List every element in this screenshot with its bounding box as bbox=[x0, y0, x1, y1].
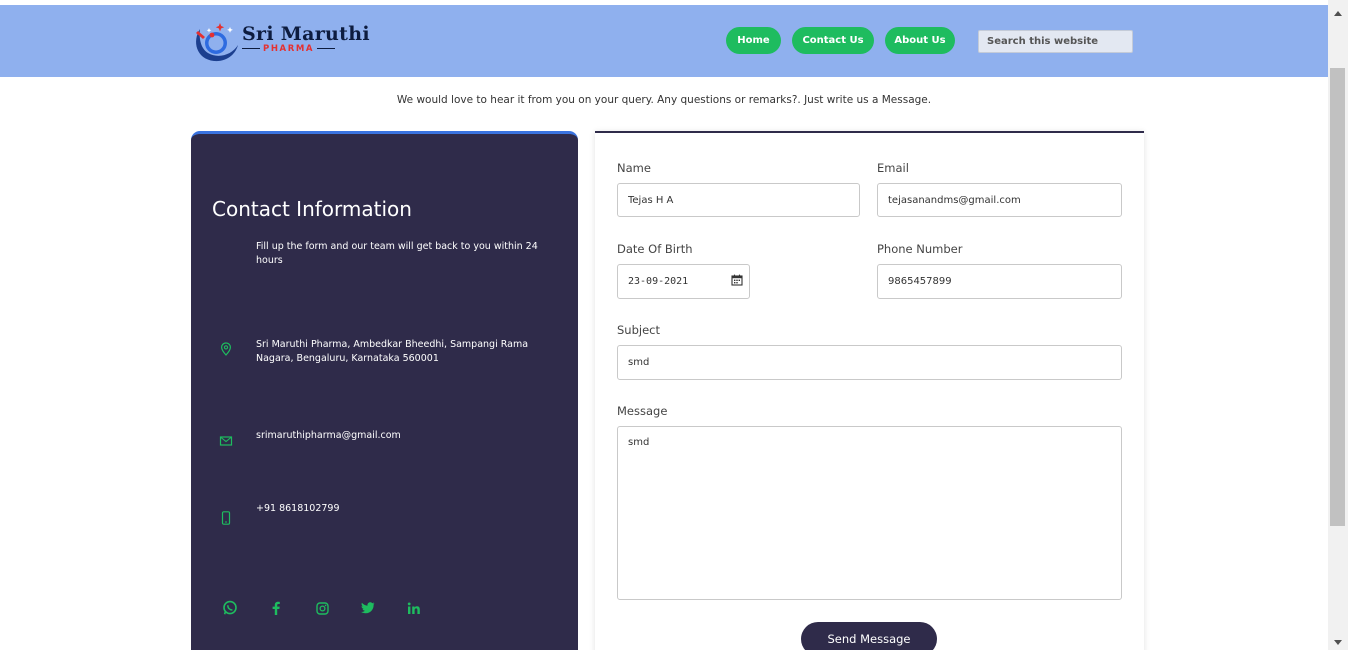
send-message-button[interactable]: Send Message bbox=[801, 622, 937, 650]
contact-info-description: Fill up the form and our team will get b… bbox=[256, 241, 538, 266]
dob-label: Date Of Birth bbox=[617, 242, 693, 256]
nav-home-button[interactable]: Home bbox=[726, 27, 781, 54]
facebook-icon[interactable] bbox=[267, 599, 285, 617]
site-logo[interactable]: Sri Maruthi PHARMA bbox=[190, 19, 370, 65]
phone-input[interactable] bbox=[877, 264, 1122, 299]
whatsapp-icon[interactable] bbox=[221, 599, 239, 617]
instagram-icon[interactable] bbox=[313, 599, 331, 617]
message-label: Message bbox=[617, 404, 668, 418]
contact-address-text: Sri Maruthi Pharma, Ambedkar Bheedhi, Sa… bbox=[256, 339, 529, 364]
logo-emblem-icon bbox=[190, 19, 240, 65]
calendar-icon[interactable] bbox=[731, 274, 743, 289]
nav-contact-us-button[interactable]: Contact Us bbox=[792, 27, 874, 54]
contact-phone-link[interactable]: +91 8618102799 bbox=[256, 502, 556, 516]
subject-label: Subject bbox=[617, 323, 660, 337]
linkedin-icon[interactable] bbox=[405, 599, 423, 617]
logo-title: Sri Maruthi bbox=[242, 22, 370, 45]
dob-input[interactable]: 23-09-2021 bbox=[617, 264, 750, 299]
name-input[interactable] bbox=[617, 183, 860, 217]
subject-input[interactable] bbox=[617, 345, 1122, 380]
scroll-up-arrow-icon[interactable] bbox=[1334, 11, 1342, 16]
logo-subtitle: PHARMA bbox=[263, 43, 315, 54]
contact-info-title: Contact Information bbox=[212, 197, 412, 221]
page-tagline: We would love to hear it from you on you… bbox=[396, 94, 932, 106]
twitter-icon[interactable] bbox=[359, 599, 377, 617]
dob-value: 23-09-2021 bbox=[628, 276, 689, 287]
scroll-down-arrow-icon[interactable] bbox=[1334, 640, 1342, 645]
name-label: Name bbox=[617, 161, 651, 175]
message-textarea[interactable]: smd bbox=[617, 426, 1122, 600]
contact-form-card: Name Email Date Of Birth 23-09-2021 Phon… bbox=[595, 131, 1144, 650]
nav-about-us-button[interactable]: About Us bbox=[885, 27, 955, 54]
scroll-thumb[interactable] bbox=[1330, 68, 1345, 526]
page-scrollbar[interactable] bbox=[1328, 0, 1348, 650]
mail-icon bbox=[219, 433, 233, 447]
phone-label: Phone Number bbox=[877, 242, 963, 256]
site-header: Sri Maruthi PHARMA Home Contact Us About… bbox=[0, 5, 1328, 77]
search-input[interactable] bbox=[978, 30, 1133, 53]
location-pin-icon bbox=[219, 341, 233, 356]
email-label: Email bbox=[877, 161, 909, 175]
contact-email-link[interactable]: srimaruthipharma@gmail.com bbox=[256, 429, 556, 443]
contact-info-card: Contact Information Fill up the form and… bbox=[191, 131, 578, 650]
email-input[interactable] bbox=[877, 183, 1122, 217]
mobile-phone-icon bbox=[219, 510, 233, 525]
